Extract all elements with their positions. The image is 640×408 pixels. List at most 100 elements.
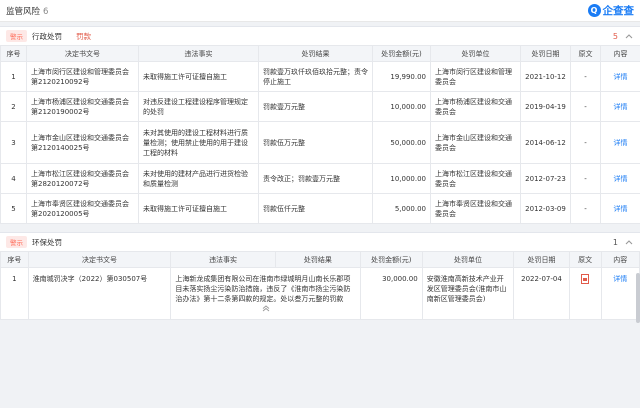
table-row: 3 上海市金山区建设和交通委员会第2120140025号 未对其使用的建设工程材… xyxy=(0,121,640,164)
env-penalty-table: 序号 决定书文号 违法事实 处罚结果 处罚金额(元) 处罚单位 处罚日期 原文 … xyxy=(0,251,640,320)
row-date: 2019-04-19 xyxy=(520,91,571,122)
col-no: 序号 xyxy=(0,45,27,62)
row-no: 5 xyxy=(0,193,27,224)
qichacha-logo: Q 企查查 xyxy=(587,3,635,18)
row-doc: 上海市金山区建设和交通委员会第2120140025号 xyxy=(26,121,139,164)
detail-link[interactable]: 详情 xyxy=(600,91,640,122)
warning-badge: 警示 xyxy=(6,236,27,248)
scrollbar-thumb[interactable] xyxy=(636,273,640,323)
row-result: 罚款伍万元整 xyxy=(258,121,373,164)
chevron-up-icon[interactable] xyxy=(625,238,633,246)
logo-text: 企查查 xyxy=(602,5,635,17)
row-date: 2021-10-12 xyxy=(520,61,571,92)
row-amount: 50,000.00 xyxy=(372,121,431,164)
col-amount: 处罚金额(元) xyxy=(372,45,431,62)
col-date: 处罚日期 xyxy=(520,45,571,62)
logo-icon: Q xyxy=(587,4,601,17)
top-bar: 监管风险 6 Q 企查查 xyxy=(0,0,640,22)
row-orig: - xyxy=(570,91,601,122)
detail-link[interactable]: 详情 xyxy=(600,163,640,194)
row-amount: 5,000.00 xyxy=(372,193,431,224)
section-title: 行政处罚 xyxy=(32,31,62,41)
col-fact: 违法事实 xyxy=(138,45,259,62)
row-result: 罚款伍仟元整 xyxy=(258,193,373,224)
table-row: 4 上海市松江区建设和交通委员会第2820120072号 未对使用的建材产品进行… xyxy=(0,163,640,194)
table-header: 序号 决定书文号 违法事实 处罚结果 处罚金额(元) 处罚单位 处罚日期 原文 … xyxy=(0,45,640,62)
row-orig: - xyxy=(570,163,601,194)
row-doc: 上海市奉贤区建设和交通委员会第2020120005号 xyxy=(26,193,139,224)
col-amount: 处罚金额(元) xyxy=(359,251,423,268)
row-unit: 上海市杨浦区建设和交通委员会 xyxy=(430,91,521,122)
row-date: 2014-06-12 xyxy=(520,121,571,164)
col-result: 处罚结果 xyxy=(274,251,361,268)
row-orig[interactable] xyxy=(568,267,602,320)
env-penalty-header[interactable]: 警示 环保处罚 1 xyxy=(0,233,640,251)
col-orig: 原文 xyxy=(568,251,602,268)
risk-count: 6 xyxy=(43,6,49,17)
row-unit: 上海市松江区建设和交通委员会 xyxy=(430,163,521,194)
detail-link[interactable]: 详情 xyxy=(600,61,640,92)
row-unit: 上海市奉贤区建设和交通委员会 xyxy=(430,193,521,224)
row-date: 2012-03-09 xyxy=(520,193,571,224)
row-result: 罚款壹万元整 xyxy=(258,91,373,122)
row-unit: 安徽淮南高新技术产业开发区管理委员会(淮南市山南新区管理委员会) xyxy=(421,267,515,320)
col-fact: 违法事实 xyxy=(170,251,276,268)
row-no: 2 xyxy=(0,91,27,122)
row-amount: 10,000.00 xyxy=(372,91,431,122)
row-doc: 淮南城罚决字（2022）第030507号 xyxy=(27,267,172,320)
row-result: 责令改正；罚款壹万元整 xyxy=(258,163,373,194)
col-no: 序号 xyxy=(0,251,29,268)
row-doc: 上海市杨浦区建设和交通委员会第2120190002号 xyxy=(26,91,139,122)
col-detail: 内容 xyxy=(600,251,640,268)
col-detail: 内容 xyxy=(600,45,640,62)
keyword-label: 罚款 xyxy=(76,31,91,41)
col-result: 处罚结果 xyxy=(258,45,373,62)
row-no: 1 xyxy=(0,61,27,92)
row-unit: 上海市金山区建设和交通委员会 xyxy=(430,121,521,164)
col-date: 处罚日期 xyxy=(513,251,570,268)
env-penalty-section: 警示 环保处罚 1 序号 决定书文号 违法事实 处罚结果 处罚金额(元) 处罚单… xyxy=(0,232,640,323)
section-title: 环保处罚 xyxy=(32,237,62,247)
section-count: 5 xyxy=(612,31,618,41)
page-title-text: 监管风险 xyxy=(6,6,41,17)
row-fact: 未取得施工许可证擅自施工 xyxy=(138,61,259,92)
table-row: 2 上海市杨浦区建设和交通委员会第2120190002号 对违反建设工程建设程序… xyxy=(0,91,640,122)
expand-icon[interactable] xyxy=(175,305,356,315)
row-fact: 未对使用的建材产品进行进货检验和质量检测 xyxy=(138,163,259,194)
detail-link[interactable]: 详情 xyxy=(600,267,640,320)
table-row: 5 上海市奉贤区建设和交通委员会第2020120005号 未取得施工许可证擅自施… xyxy=(0,193,640,224)
row-fact: 对违反建设工程建设程序管理规定的处罚 xyxy=(138,91,259,122)
col-doc: 决定书文号 xyxy=(26,45,139,62)
col-orig: 原文 xyxy=(570,45,601,62)
row-doc: 上海市松江区建设和交通委员会第2820120072号 xyxy=(26,163,139,194)
row-orig: - xyxy=(570,121,601,164)
row-orig: - xyxy=(570,61,601,92)
pdf-file-icon[interactable] xyxy=(581,274,590,284)
table-header: 序号 决定书文号 违法事实 处罚结果 处罚金额(元) 处罚单位 处罚日期 原文 … xyxy=(0,251,640,268)
admin-penalty-header[interactable]: 警示 行政处罚 罚款 5 xyxy=(0,27,640,45)
row-result: 罚款壹万玖仟玖佰玖拾元整；责令停止施工 xyxy=(258,61,373,92)
admin-penalty-table: 序号 决定书文号 违法事实 处罚结果 处罚金额(元) 处罚单位 处罚日期 原文 … xyxy=(0,45,640,224)
detail-link[interactable]: 详情 xyxy=(600,121,640,164)
admin-penalty-section: 警示 行政处罚 罚款 5 序号 决定书文号 违法事实 处罚结果 处罚金额(元) … xyxy=(0,26,640,224)
table-row: 1 上海市闵行区建设和管理委员会第2120210092号 未取得施工许可证擅自施… xyxy=(0,61,640,92)
row-amount: 30,000.00 xyxy=(359,267,423,320)
detail-link[interactable]: 详情 xyxy=(600,193,640,224)
row-unit: 上海市闵行区建设和管理委员会 xyxy=(430,61,521,92)
row-fact: 未取得施工许可证擅自施工 xyxy=(138,193,259,224)
row-date: 2022-07-04 xyxy=(513,267,570,320)
table-row: 1 淮南城罚决字（2022）第030507号 上海新龙成集团有限公司在淮南市绿城… xyxy=(0,267,640,320)
row-fact: 上海新龙成集团有限公司在淮南市绿城明月山南长乐郡项目未落实扬尘污染防治措施，违反… xyxy=(170,267,361,320)
col-doc: 决定书文号 xyxy=(27,251,172,268)
chevron-up-icon[interactable] xyxy=(625,32,633,40)
row-date: 2012-07-23 xyxy=(520,163,571,194)
row-fact-text: 上海新龙成集团有限公司在淮南市绿城明月山南长乐郡项目未落实扬尘污染防治措施，违反… xyxy=(175,275,351,303)
row-orig: - xyxy=(570,193,601,224)
page-title: 监管风险 6 xyxy=(6,5,48,17)
col-unit: 处罚单位 xyxy=(430,45,521,62)
row-amount: 19,990.00 xyxy=(372,61,431,92)
col-unit: 处罚单位 xyxy=(421,251,515,268)
row-no: 4 xyxy=(0,163,27,194)
row-no: 1 xyxy=(0,267,29,320)
row-no: 3 xyxy=(0,121,27,164)
